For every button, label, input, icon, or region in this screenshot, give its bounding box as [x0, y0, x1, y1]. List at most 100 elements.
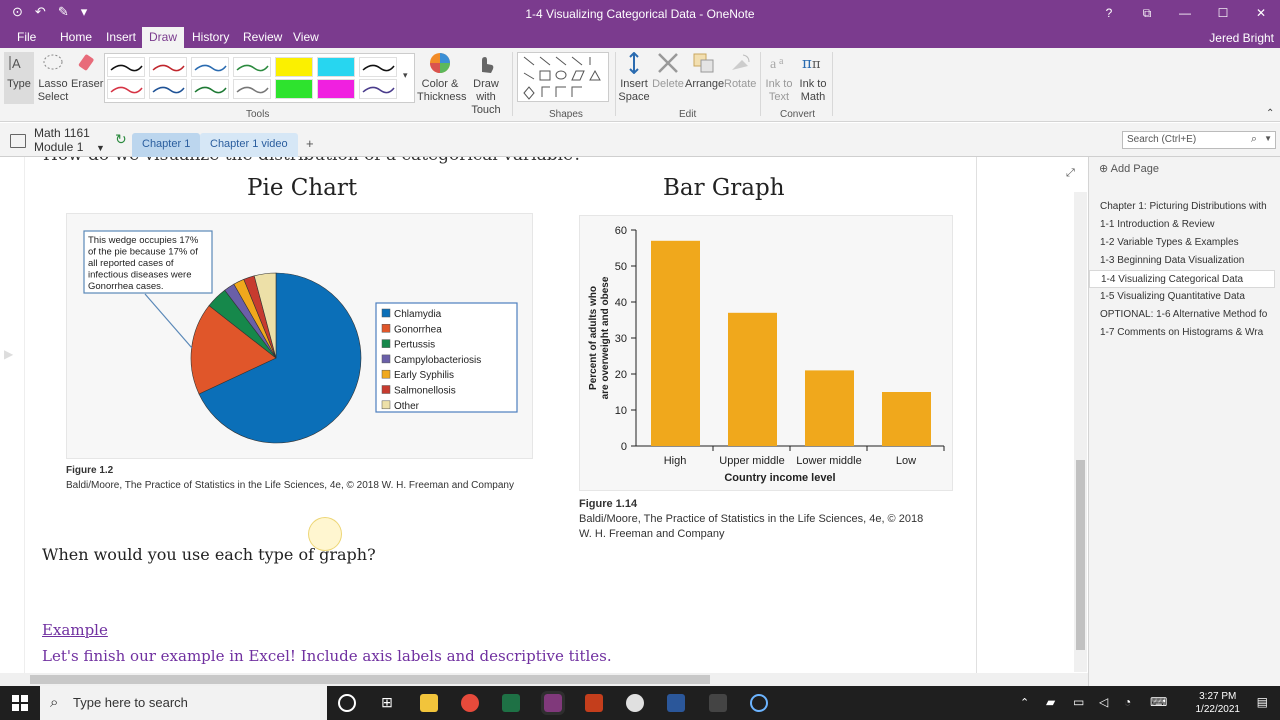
page-item[interactable]: 1-2 Variable Types & Examples — [1089, 234, 1275, 252]
tab-history[interactable]: History — [185, 27, 236, 48]
highlighter-magenta[interactable] — [317, 79, 355, 99]
clock[interactable]: 3:27 PM 1/22/2021 — [1196, 690, 1241, 716]
arrange-button[interactable]: Arrange — [685, 52, 724, 91]
ink-to-text-icon: aa — [767, 52, 791, 74]
sync-icon[interactable]: ↻ — [115, 131, 127, 148]
highlighter-yellow[interactable] — [275, 57, 313, 77]
onenote-icon[interactable] — [541, 691, 565, 715]
notebook-icon[interactable] — [10, 134, 26, 148]
lasso-select-button[interactable]: Lasso Select — [36, 52, 70, 104]
bar — [805, 370, 854, 446]
bar-graph-image[interactable]: 0 10 20 30 40 50 60 High Upper middle Lower middl… — [579, 215, 953, 491]
tab-review[interactable]: Review — [236, 27, 289, 48]
page-item[interactable]: 1-5 Visualizing Quantitative Data — [1089, 288, 1275, 306]
pen-black-2[interactable] — [359, 57, 397, 77]
tray-app-icon[interactable]: ▰ — [1046, 695, 1055, 709]
settings-app-icon[interactable] — [626, 694, 644, 712]
tab-file[interactable]: File — [10, 27, 43, 48]
color-thickness-button[interactable]: Color & Thickness — [417, 52, 467, 104]
highlighter-cyan[interactable] — [317, 57, 355, 77]
pie-chart-image[interactable]: This wedge occupies 17% of the pie becaus… — [66, 213, 533, 459]
vertical-scroll-thumb[interactable] — [1076, 460, 1085, 650]
taskbar-search-input[interactable]: ⌕ Type here to search — [40, 686, 327, 720]
help-button[interactable]: ? — [1090, 0, 1128, 27]
pen-gray[interactable] — [233, 79, 271, 99]
page-item[interactable]: 1-3 Beginning Data Visualization — [1089, 252, 1275, 270]
type-button[interactable]: A Type — [4, 52, 34, 104]
pen-gallery-more-icon[interactable]: ▾ — [403, 70, 408, 81]
horizontal-scroll-thumb[interactable] — [30, 675, 710, 684]
pen-green-2[interactable] — [191, 79, 229, 99]
page-item-active[interactable]: 1-4 Visualizing Categorical Data — [1089, 270, 1275, 288]
powerpoint-icon[interactable] — [585, 694, 603, 712]
windows-start-icon[interactable] — [12, 695, 28, 711]
insert-space-button[interactable]: Insert Space — [617, 51, 651, 104]
add-section-button[interactable]: + — [296, 133, 324, 157]
ribbon-tabs: File Home Insert Draw History Review Vie… — [0, 27, 1280, 48]
tray-chevron-icon[interactable]: ⌃ — [1020, 696, 1029, 709]
pen-red-2[interactable] — [107, 79, 145, 99]
pie-callout-text: of the pie because 17% of — [88, 247, 198, 258]
full-page-view-icon[interactable]: ⤢ — [1066, 167, 1075, 180]
pen-blue-2[interactable] — [149, 79, 187, 99]
file-explorer-icon[interactable] — [420, 694, 438, 712]
shapes-gallery[interactable] — [517, 52, 609, 102]
section-tab-chapter-1-video[interactable]: Chapter 1 video — [200, 133, 298, 157]
maximize-button[interactable]: ☐ — [1204, 0, 1242, 27]
page-item[interactable]: Chapter 1: Picturing Distributions with — [1089, 198, 1275, 216]
tab-insert[interactable]: Insert — [99, 27, 143, 48]
search-scope-chevron-icon[interactable]: ▼ — [1264, 134, 1272, 143]
expand-nav-icon[interactable]: ▶ — [4, 347, 13, 361]
tab-home[interactable]: Home — [53, 27, 99, 48]
add-page-button[interactable]: ⊕ Add Page — [1099, 162, 1159, 175]
horizontal-scrollbar[interactable] — [0, 673, 1088, 686]
user-name[interactable]: Jered Bright — [1209, 31, 1274, 45]
question-text: When would you use each type of graph? — [42, 545, 376, 564]
recording-app-icon[interactable] — [750, 694, 768, 712]
notebook-name: Math 1161 — [34, 126, 90, 140]
pen-red[interactable] — [149, 57, 187, 77]
notebook-selector[interactable]: Math 1161 Module 1 ▼ — [34, 126, 105, 154]
language-icon[interactable]: ⌨ — [1150, 695, 1167, 709]
section-tab-chapter-1[interactable]: Chapter 1 — [132, 133, 201, 157]
search-icon: ⌕ — [50, 694, 59, 711]
minimize-button[interactable]: — — [1166, 0, 1204, 27]
ribbon-display-button[interactable]: ⧉ — [1128, 0, 1166, 27]
notifications-icon[interactable]: ▤ — [1257, 695, 1268, 709]
network-icon[interactable]: ◔ — [1124, 695, 1131, 709]
draw-with-touch-button[interactable]: Draw with Touch — [462, 52, 510, 117]
tab-draw[interactable]: Draw — [142, 27, 185, 48]
note-canvas[interactable]: How do we visualize the distribution of … — [25, 157, 977, 673]
close-button[interactable]: ✕ — [1242, 0, 1280, 27]
ink-to-math-button[interactable]: ππ Ink to Math — [797, 52, 829, 104]
pen-purple[interactable] — [359, 79, 397, 99]
word-icon[interactable] — [667, 694, 685, 712]
bar-x-tick-label: Lower middle — [796, 455, 861, 467]
pen-blue[interactable] — [191, 57, 229, 77]
eraser-button[interactable]: Eraser — [71, 52, 103, 91]
rotate-button[interactable]: Rotate — [724, 52, 756, 91]
pen-black[interactable] — [107, 57, 145, 77]
window-title: 1-4 Visualizing Categorical Data - OneNo… — [525, 7, 755, 21]
pen-app-icon[interactable] — [709, 694, 727, 712]
pie-legend-label: Pertussis — [394, 340, 435, 351]
page-item[interactable]: 1-1 Introduction & Review — [1089, 216, 1275, 234]
ink-to-text-button[interactable]: aa Ink to Text — [762, 52, 796, 104]
task-view-icon[interactable]: ⊞ — [378, 694, 396, 712]
cortana-icon[interactable] — [338, 694, 356, 712]
page-item[interactable]: OPTIONAL: 1-6 Alternative Method fo — [1089, 306, 1275, 324]
search-input[interactable]: Search (Ctrl+E) ⌕ ▼ — [1122, 131, 1276, 149]
search-icon[interactable]: ⌕ — [1251, 133, 1257, 146]
vertical-scrollbar[interactable] — [1074, 192, 1087, 672]
chrome-icon[interactable] — [461, 694, 479, 712]
tab-view[interactable]: View — [286, 27, 326, 48]
battery-icon[interactable]: ▭ — [1073, 695, 1084, 709]
excel-icon[interactable] — [502, 694, 520, 712]
pen-green[interactable] — [233, 57, 271, 77]
highlighter-green[interactable] — [275, 79, 313, 99]
volume-icon[interactable]: ◁ — [1099, 695, 1108, 709]
page-item[interactable]: 1-7 Comments on Histograms & Wra — [1089, 324, 1275, 342]
group-label-edit: Edit — [679, 109, 697, 120]
delete-button[interactable]: Delete — [652, 52, 684, 91]
collapse-ribbon-icon[interactable]: ⌃ — [1266, 108, 1274, 119]
